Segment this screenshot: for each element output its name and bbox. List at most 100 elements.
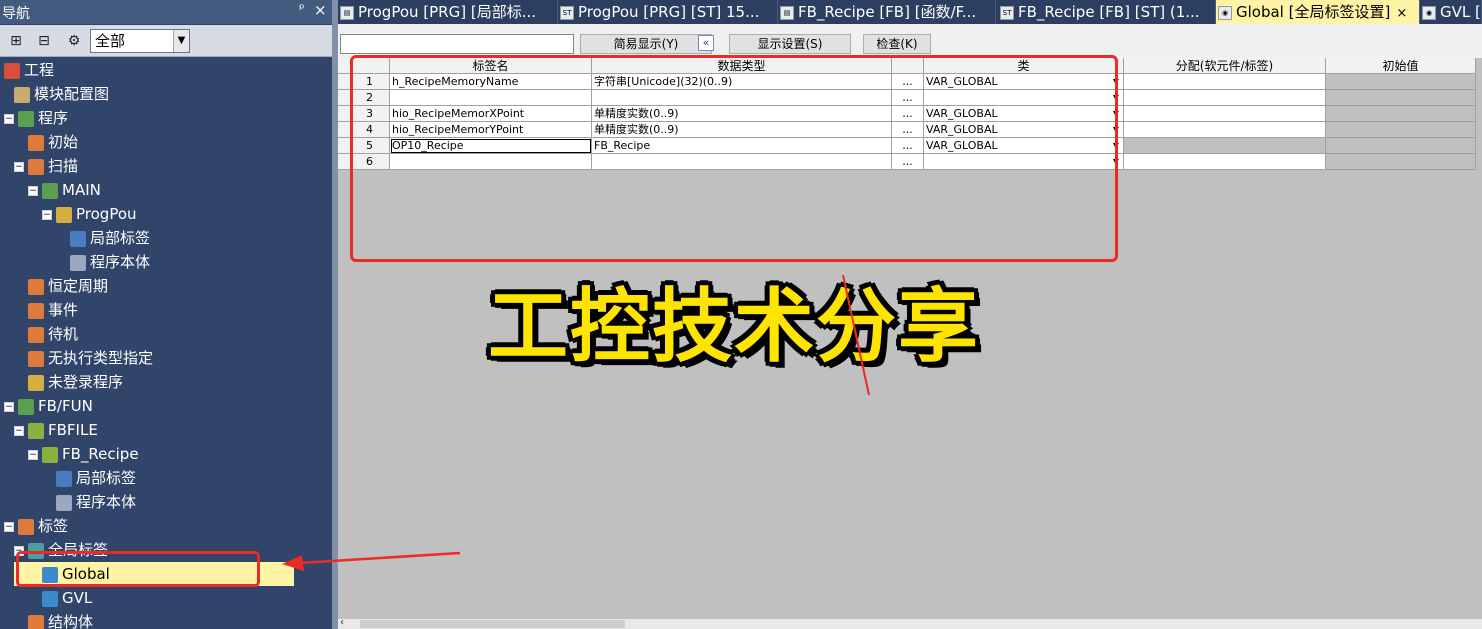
collapse-tree-icon[interactable]: ⊟ <box>32 29 56 53</box>
document-tab[interactable]: ▤ FB_Recipe [FB] [函数/F... <box>778 0 996 24</box>
tree-node-icon <box>42 446 58 463</box>
editor-toolbar: 简易显示(Y) « 显示设置(S) 检查(K) <box>338 24 1482 58</box>
tree-node-icon <box>28 302 44 319</box>
tree-node-icon <box>70 230 86 247</box>
tree-item-label: 模块配置图 <box>34 85 110 103</box>
tab-icon: ◉ <box>1422 5 1436 20</box>
nav-title-bar: 导航 ᵖ × <box>0 0 332 24</box>
scrollbar-thumb[interactable] <box>360 620 625 628</box>
tree-item[interactable]: 未登录程序 <box>0 370 123 394</box>
close-icon[interactable]: × <box>314 1 327 19</box>
tree-item[interactable]: 无执行类型指定 <box>0 346 153 370</box>
tab-label: FB_Recipe [FB] [函数/F... <box>798 3 977 21</box>
tree-item-label: GVL <box>62 589 93 607</box>
document-tab[interactable]: ◉ GVL [全 <box>1420 0 1482 24</box>
tree-item[interactable]: − 扫描 <box>0 154 78 178</box>
check-button[interactable]: 检查(K) <box>863 34 931 54</box>
tree-item[interactable]: 恒定周期 <box>0 274 108 298</box>
tree-item[interactable]: 程序本体 <box>0 250 150 274</box>
tree-item[interactable]: GVL <box>0 586 92 610</box>
tree-item[interactable]: 结构体 <box>0 610 93 629</box>
assign-cell[interactable] <box>1124 74 1326 90</box>
tree-item[interactable]: 局部标签 <box>0 226 150 250</box>
tree-expander-icon[interactable]: − <box>4 521 14 532</box>
tree-item[interactable]: − 程序 <box>0 106 68 130</box>
chevron-down-icon[interactable]: ▼ <box>173 30 189 52</box>
navigation-panel: 导航 ᵖ × ⊞ ⊟ ⚙ 全部 ▼ 工程 模块配置图 − 程序 初始 − 扫描 − MAIN − P… <box>0 0 332 629</box>
tree-node-icon <box>18 110 34 127</box>
column-header-assign[interactable]: 分配(软元件/标签) <box>1124 58 1326 74</box>
tree-item-label: 标签 <box>38 517 69 535</box>
tree-node-icon <box>28 422 44 439</box>
display-settings-button[interactable]: 显示设置(S) <box>729 34 851 54</box>
document-tab[interactable]: ST ProgPou [PRG] [ST] 15... <box>558 0 778 24</box>
tree-expander-icon[interactable]: − <box>4 113 14 124</box>
annotation-box-global <box>16 551 260 587</box>
tab-label: ProgPou [PRG] [ST] 15... <box>578 3 760 21</box>
tree-node-icon <box>56 206 72 223</box>
gear-icon[interactable]: ⚙ <box>62 29 86 53</box>
pin-icon[interactable]: ᵖ <box>299 2 305 17</box>
tree-item-label: FB/FUN <box>38 397 93 415</box>
tree-item[interactable]: − 标签 <box>0 514 68 538</box>
document-tab[interactable]: ◉ Global [全局标签设置] × <box>1216 0 1420 24</box>
nav-toolbar: ⊞ ⊟ ⚙ 全部 ▼ <box>0 25 332 57</box>
tree-expander-icon[interactable]: − <box>14 161 24 172</box>
simple-display-button[interactable]: 简易显示(Y) <box>580 34 712 54</box>
tree-expander-icon[interactable]: − <box>28 185 38 196</box>
initial-value-cell <box>1326 106 1476 122</box>
document-tab[interactable]: ▤ ProgPou [PRG] [局部标... <box>338 0 558 24</box>
column-header-initial[interactable]: 初始值 <box>1326 58 1476 74</box>
collapse-icon[interactable]: « <box>698 35 714 51</box>
tree-expander-icon[interactable]: − <box>42 209 52 220</box>
tree-item[interactable]: − MAIN <box>0 178 101 202</box>
assign-cell[interactable] <box>1124 90 1326 106</box>
tree-item[interactable]: − FBFILE <box>0 418 98 442</box>
nav-filter-value: 全部 <box>95 32 126 50</box>
tree-item-label: 事件 <box>48 301 79 319</box>
tree-expander-icon[interactable]: − <box>28 449 38 460</box>
tree-item[interactable]: 待机 <box>0 322 78 346</box>
initial-value-cell <box>1326 90 1476 106</box>
nav-filter-select[interactable]: 全部 ▼ <box>90 29 190 53</box>
tree-item-label: 初始 <box>48 133 79 151</box>
tree-expander-icon[interactable]: − <box>14 425 24 436</box>
tree-node-icon <box>28 326 44 343</box>
tree-item[interactable]: 事件 <box>0 298 78 322</box>
scroll-left-icon[interactable]: ‹ <box>340 617 344 628</box>
tree-item-label: 局部标签 <box>90 229 151 247</box>
tree-item[interactable]: − FB_Recipe <box>0 442 139 466</box>
tree-item[interactable]: 局部标签 <box>0 466 136 490</box>
nav-title: 导航 <box>2 6 30 22</box>
tree-item[interactable]: 程序本体 <box>0 490 136 514</box>
label-filter-input[interactable] <box>340 34 574 54</box>
tree-item[interactable]: − ProgPou <box>0 202 137 226</box>
annotation-box-grid <box>350 55 1118 262</box>
close-icon[interactable]: × <box>1396 6 1407 21</box>
assign-cell[interactable] <box>1124 122 1326 138</box>
tab-icon: ST <box>560 5 574 20</box>
assign-cell[interactable] <box>1124 154 1326 170</box>
tree-expander-icon[interactable]: − <box>4 401 14 412</box>
project-tree: 工程 模块配置图 − 程序 初始 − 扫描 − MAIN − ProgPou 局部标签 程序本体 恒定周期… <box>0 58 332 629</box>
horizontal-scrollbar[interactable]: ‹ <box>338 617 1482 629</box>
expand-tree-icon[interactable]: ⊞ <box>4 29 28 53</box>
tree-node-icon <box>42 590 58 607</box>
tree-item[interactable]: 模块配置图 <box>0 82 109 106</box>
tree-item-label: FBFILE <box>48 421 98 439</box>
tree-node-icon <box>18 518 34 535</box>
tree-item[interactable]: 初始 <box>0 130 78 154</box>
tree-node-icon <box>28 614 44 629</box>
tree-item[interactable]: − FB/FUN <box>0 394 93 418</box>
tab-icon: ST <box>1000 5 1014 20</box>
watermark-text: 工控技术分享 <box>488 280 980 373</box>
assign-cell[interactable] <box>1124 106 1326 122</box>
tree-item-label: 扫描 <box>48 157 79 175</box>
tree-item-label: 结构体 <box>48 613 94 629</box>
tree-item[interactable]: 工程 <box>0 58 54 82</box>
tree-node-icon <box>28 374 44 391</box>
document-tab[interactable]: ST FB_Recipe [FB] [ST] (1... <box>998 0 1216 24</box>
tree-item-label: 无执行类型指定 <box>48 349 154 367</box>
assign-cell[interactable] <box>1124 138 1326 154</box>
tab-icon: ▤ <box>780 5 794 20</box>
